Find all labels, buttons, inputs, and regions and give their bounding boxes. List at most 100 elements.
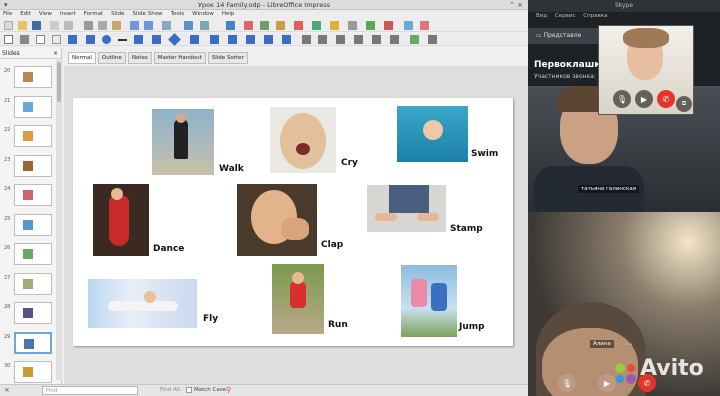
new-slide-icon[interactable] — [384, 21, 393, 30]
slide-thumbnail[interactable] — [14, 184, 52, 206]
slide-thumbnail[interactable] — [14, 125, 52, 147]
slide-canvas[interactable]: Walk Cry Swim Dance Clap Stamp Fly Run J… — [73, 98, 513, 346]
match-case-checkbox[interactable] — [186, 387, 192, 393]
run-image[interactable] — [272, 264, 324, 334]
skype-menu-help[interactable]: Справка — [583, 13, 607, 19]
text-icon[interactable] — [36, 35, 45, 44]
filter-icon[interactable] — [410, 35, 419, 44]
arrange-icon[interactable] — [336, 35, 345, 44]
slide-thumbnail[interactable] — [14, 273, 52, 295]
self-mic-button[interactable]: 🎙 — [613, 90, 631, 108]
fill-color-icon[interactable] — [52, 35, 61, 44]
slide-thumbnail[interactable] — [14, 332, 52, 354]
chart-icon[interactable] — [276, 21, 285, 30]
slide-thumbnail[interactable] — [14, 214, 52, 236]
tab-slide-sorter[interactable]: Slide Sorter — [207, 52, 248, 64]
close-icon[interactable]: × — [53, 48, 58, 59]
skype-menu-tools[interactable]: Сервис — [555, 13, 576, 19]
tab-master-handout[interactable]: Master Handout — [153, 52, 206, 64]
shadow-icon[interactable] — [372, 35, 381, 44]
toggle-extrusion-icon[interactable] — [428, 35, 437, 44]
cry-image[interactable] — [270, 107, 336, 173]
scrollbar-thumb[interactable] — [57, 62, 61, 102]
menu-tools[interactable]: Tools — [171, 10, 185, 19]
slide-thumbnail[interactable] — [14, 96, 52, 118]
slide-thumbnail[interactable] — [14, 302, 52, 324]
print-icon[interactable] — [64, 21, 73, 30]
grid-icon[interactable] — [184, 21, 193, 30]
menu-format[interactable]: Format — [84, 10, 103, 19]
image-icon[interactable] — [260, 21, 269, 30]
hyperlink-icon[interactable] — [348, 21, 357, 30]
symbol-shapes-icon[interactable] — [190, 35, 199, 44]
close-find-icon[interactable]: × — [4, 386, 10, 394]
find-all-button[interactable]: Find All — [160, 387, 180, 393]
clap-image[interactable] — [237, 184, 317, 256]
flowchart-icon[interactable] — [228, 35, 237, 44]
menu-slide[interactable]: Slide — [111, 10, 124, 19]
slide-thumbnail[interactable] — [14, 243, 52, 265]
select-icon[interactable] — [4, 35, 13, 44]
skype-menu-view[interactable]: Вид — [536, 13, 547, 19]
copy-icon[interactable] — [98, 21, 107, 30]
new-icon[interactable] — [4, 21, 13, 30]
menu-slide-show[interactable]: Slide Show — [133, 10, 163, 19]
save-icon[interactable] — [32, 21, 41, 30]
swim-image[interactable] — [397, 106, 468, 162]
slide-thumbnail[interactable] — [14, 66, 52, 88]
menu-help[interactable]: Help — [222, 10, 235, 19]
mic-button[interactable]: 🎙 — [558, 374, 576, 392]
display-views-icon[interactable] — [226, 21, 235, 30]
callouts-icon[interactable] — [246, 35, 255, 44]
helplines-icon[interactable] — [200, 21, 209, 30]
popout-icon[interactable]: ⧉ — [676, 96, 692, 112]
menu-view[interactable]: View — [39, 10, 52, 19]
menu-window[interactable]: Window — [192, 10, 214, 19]
fly-image[interactable] — [88, 279, 197, 328]
find-input[interactable]: Find — [42, 386, 138, 395]
walk-image[interactable] — [152, 109, 214, 175]
3d-objects-icon[interactable] — [282, 35, 291, 44]
slide-thumbnail[interactable] — [14, 361, 52, 383]
self-hangup-button[interactable]: ✆ — [657, 90, 675, 108]
line-color-icon[interactable] — [68, 35, 77, 44]
curve-icon[interactable] — [152, 35, 161, 44]
rectangle-icon[interactable] — [86, 35, 95, 44]
undo-icon[interactable] — [130, 21, 139, 30]
spelling-icon[interactable] — [162, 21, 171, 30]
menu-file[interactable]: File — [3, 10, 12, 19]
arrow-icon[interactable] — [134, 35, 143, 44]
tab-outline[interactable]: Outline — [97, 52, 126, 64]
more-options-icon[interactable]: ⋯ — [624, 340, 633, 350]
window-controls-icon[interactable]: ⌃ × — [509, 1, 523, 9]
stars-icon[interactable] — [264, 35, 273, 44]
table-icon[interactable] — [244, 21, 253, 30]
redo-icon[interactable] — [144, 21, 153, 30]
paste-icon[interactable] — [112, 21, 121, 30]
present-button[interactable]: ▭ Представле — [528, 28, 598, 44]
dance-image[interactable] — [93, 184, 149, 256]
fontwork-icon[interactable] — [330, 21, 339, 30]
distribute-icon[interactable] — [354, 35, 363, 44]
tab-notes[interactable]: Notes — [127, 52, 152, 64]
slide-thumbnail[interactable] — [14, 155, 52, 177]
show-draw-functions-icon[interactable] — [420, 21, 429, 30]
stamp-image[interactable] — [367, 185, 446, 232]
cut-icon[interactable] — [84, 21, 93, 30]
menu-insert[interactable]: Insert — [60, 10, 76, 19]
slideshow-icon[interactable] — [366, 21, 375, 30]
tab-normal[interactable]: Normal — [68, 52, 96, 64]
open-icon[interactable] — [18, 21, 27, 30]
align-icon[interactable] — [318, 35, 327, 44]
line-icon[interactable] — [118, 39, 127, 41]
slides-scrollbar[interactable] — [56, 60, 62, 380]
zoom-icon[interactable] — [20, 35, 29, 44]
media-icon[interactable] — [294, 21, 303, 30]
textbox-icon[interactable] — [312, 21, 321, 30]
jump-image[interactable] — [401, 265, 457, 337]
menu-edit[interactable]: Edit — [20, 10, 31, 19]
find-replace-icon[interactable]: ⚲ — [226, 386, 231, 394]
crop-icon[interactable] — [390, 35, 399, 44]
rotate-icon[interactable] — [302, 35, 311, 44]
self-camera-button[interactable]: ▶ — [635, 90, 653, 108]
